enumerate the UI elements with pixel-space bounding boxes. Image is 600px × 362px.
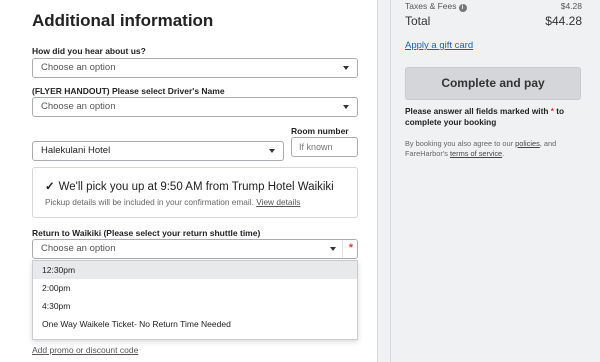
pickup-subtitle: Pickup details will be included in your … (45, 197, 300, 207)
room-number-label: Room number (291, 126, 349, 136)
order-summary-panel (390, 0, 600, 362)
return-time-select[interactable]: Choose an option * (32, 239, 358, 259)
terms-text-end: . (502, 148, 505, 158)
driver-select[interactable]: Choose an option (32, 97, 358, 117)
hotel-value: Halekulani Hotel (41, 145, 111, 156)
info-icon[interactable]: i (458, 4, 467, 12)
pickup-title: ✓ We'll pick you up at 9:50 AM from Trump… (45, 179, 334, 193)
hear-about-select[interactable]: Choose an option (32, 58, 358, 78)
gift-card-link[interactable]: Apply a gift card (405, 40, 473, 51)
pickup-info-card: ✓ We'll pick you up at 9:50 AM from Trump… (32, 167, 358, 218)
pickup-title-text: We'll pick you up at 9:50 AM from Trump … (58, 181, 334, 193)
taxes-fees-amount: $4.28 (560, 1, 582, 11)
chevron-down-icon (343, 105, 349, 109)
promo-code-link[interactable]: Add promo or discount code (32, 345, 138, 355)
required-star: * (550, 106, 554, 116)
dropdown-option[interactable]: 2:00pm (33, 279, 357, 297)
hear-about-value: Choose an option (41, 62, 116, 73)
booking-form: Additional information How did you hear … (0, 0, 378, 362)
dropdown-option[interactable]: 12:30pm (33, 261, 357, 279)
hear-about-label: How did you hear about us? (32, 46, 146, 56)
required-fields-warning: Please answer all fields marked with * t… (405, 106, 585, 127)
driver-label: (FLYER HANDOUT) Please select Driver's N… (32, 86, 225, 96)
pickup-subtitle-text: Pickup details will be included in your … (45, 197, 254, 207)
dropdown-option[interactable]: 4:30pm (33, 297, 357, 315)
hotel-select[interactable]: Halekulani Hotel (32, 141, 284, 161)
total-amount: $44.28 (545, 14, 582, 28)
return-time-value: Choose an option (33, 240, 343, 258)
chevron-down-icon (343, 66, 349, 70)
room-number-placeholder: If known (299, 142, 333, 152)
room-number-input[interactable]: If known (291, 137, 358, 157)
driver-value: Choose an option (41, 101, 116, 112)
return-label: Return to Waikiki (Please select your re… (32, 228, 261, 238)
required-marker: * (348, 242, 353, 254)
terms-of-service-link[interactable]: terms of service (450, 149, 502, 158)
terms-text-before: By booking you also agree to our (405, 139, 514, 148)
chevron-down-icon (269, 149, 275, 153)
check-icon: ✓ (45, 181, 55, 193)
return-time-dropdown: 12:30pm 2:00pm 4:30pm One Way Waikele Ti… (32, 260, 358, 340)
dropdown-option[interactable]: One Way Waikele Ticket- No Return Time N… (33, 315, 357, 333)
warning-text-before: Please answer all fields marked with (405, 106, 549, 116)
view-details-link[interactable]: View details (256, 197, 300, 207)
section-heading: Additional information (32, 11, 214, 30)
terms-notice: By booking you also agree to our policie… (405, 139, 590, 158)
taxes-fees-label: Taxes & Fees (405, 1, 457, 11)
taxes-fees-label-wrap: Taxes & Fees i (405, 1, 467, 12)
policies-link[interactable]: policies (515, 139, 540, 148)
chevron-down-icon (330, 247, 336, 251)
complete-and-pay-button[interactable]: Complete and pay (405, 67, 581, 100)
total-label: Total (405, 14, 431, 28)
